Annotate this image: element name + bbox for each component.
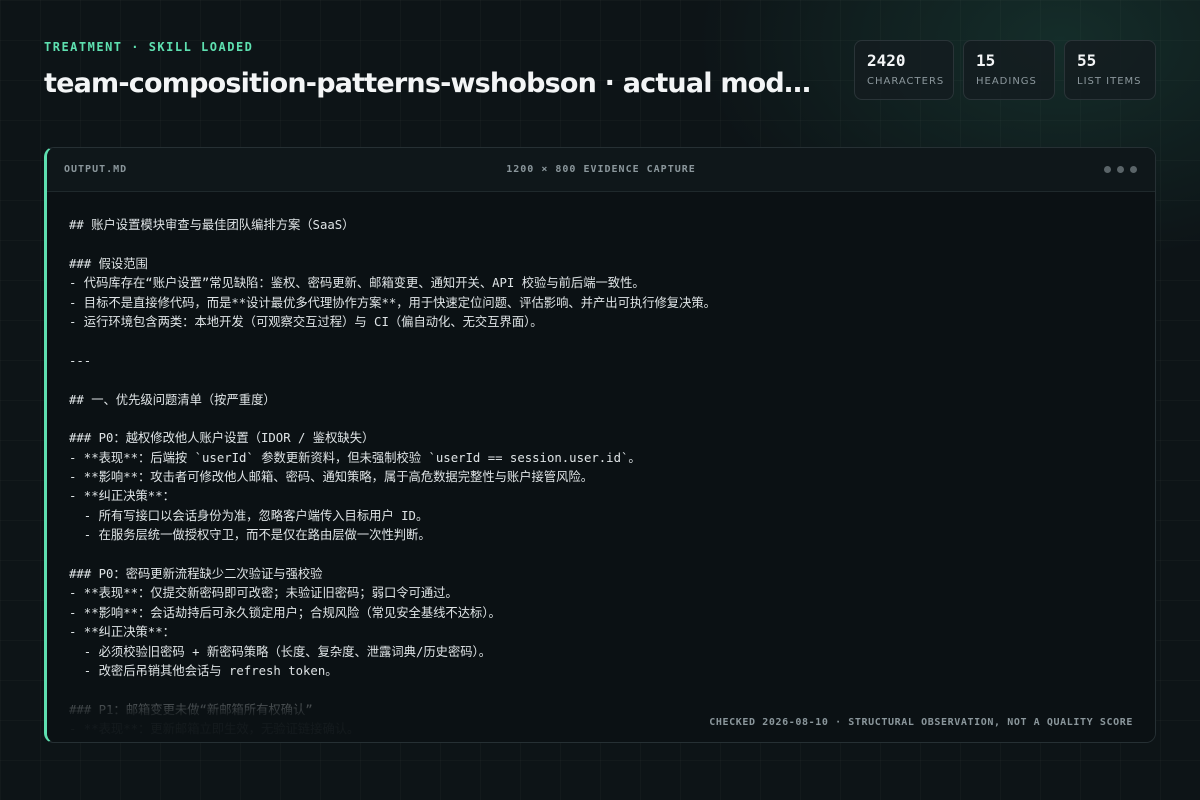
- panel-title-bar: OUTPUT.MD 1200 × 800 EVIDENCE CAPTURE: [47, 148, 1155, 192]
- stat-characters-label: CHARACTERS: [867, 76, 945, 87]
- panel-filename: OUTPUT.MD: [64, 164, 128, 175]
- output-panel: OUTPUT.MD 1200 × 800 EVIDENCE CAPTURE ##…: [44, 147, 1156, 743]
- output-line: ---: [69, 353, 92, 368]
- page-header: TREATMENT · SKILL LOADED team-compositio…: [44, 40, 834, 99]
- stat-characters: 2420 CHARACTERS: [854, 40, 954, 100]
- dot-icon: [1104, 166, 1111, 173]
- footer-note: CHECKED 2026-08-10 · STRUCTURAL OBSERVAT…: [709, 717, 1133, 728]
- output-line: - **表现**：仅提交新密码即可改密；未验证旧密码；弱口令可通过。: [69, 586, 458, 601]
- output-line: ### P0：越权修改他人账户设置（IDOR / 鉴权缺失）: [69, 431, 375, 446]
- content-fade: [47, 672, 1155, 742]
- output-line: - 运行环境包含两类：本地开发（可观察交互过程）与 CI（偏自动化、无交互界面）…: [69, 314, 543, 329]
- output-line: - 所有写接口以会话身份为准，忽略客户端传入目标用户 ID。: [69, 508, 429, 523]
- dot-icon: [1117, 166, 1124, 173]
- output-line: - 在服务层统一做授权守卫，而不是仅在路由层做一次性判断。: [69, 528, 431, 543]
- output-line: ## 账户设置模块审查与最佳团队编排方案（SaaS）: [69, 218, 355, 232]
- output-line: ### P0：密码更新流程缺少二次验证与强校验: [69, 567, 323, 582]
- panel-caption: 1200 × 800 EVIDENCE CAPTURE: [506, 164, 696, 175]
- output-line: - 代码库存在“账户设置”常见缺陷：鉴权、密码更新、邮箱变更、通知开关、API …: [69, 276, 645, 291]
- output-line: ## 一、优先级问题清单（按严重度）: [69, 392, 276, 407]
- output-line: - **纠正决策**：: [69, 625, 175, 640]
- window-dots-icon: [1104, 166, 1137, 173]
- stats-group: 2420 CHARACTERS 15 HEADINGS 55 LIST ITEM…: [854, 40, 1156, 100]
- stat-list-items-value: 55: [1077, 51, 1097, 70]
- stat-headings: 15 HEADINGS: [963, 40, 1055, 100]
- status-eyebrow: TREATMENT · SKILL LOADED: [44, 40, 254, 54]
- dot-icon: [1130, 166, 1137, 173]
- page-title: team-composition-patterns-wshobson · act…: [44, 68, 814, 99]
- output-line: - 目标不是直接修代码，而是**设计最优多代理协作方案**，用于快速定位问题、评…: [69, 295, 716, 310]
- output-line: - **影响**：会话劫持后可永久锁定用户；合规风险（常见安全基线不达标）。: [69, 605, 501, 620]
- output-line: - **影响**：攻击者可修改他人邮箱、密码、通知策略，属于高危数据完整性与账户…: [69, 470, 593, 485]
- output-line: - **表现**：后端按 `userId` 参数更新资料，但未强制校验 `use…: [69, 450, 641, 465]
- stat-characters-value: 2420: [867, 51, 906, 70]
- markdown-output: ## 账户设置模块审查与最佳团队编排方案（SaaS） ### 假设范围 - 代码库存…: [47, 192, 1155, 740]
- output-line: - 必须校验旧密码 + 新密码策略（长度、复杂度、泄露词典/历史密码）。: [69, 644, 491, 659]
- stat-list-items-label: LIST ITEMS: [1077, 76, 1142, 87]
- output-line: ### 假设范围: [69, 256, 148, 271]
- output-line: - **纠正决策**：: [69, 489, 175, 504]
- stat-headings-value: 15: [976, 51, 996, 70]
- stat-list-items: 55 LIST ITEMS: [1064, 40, 1156, 100]
- stat-headings-label: HEADINGS: [976, 76, 1037, 87]
